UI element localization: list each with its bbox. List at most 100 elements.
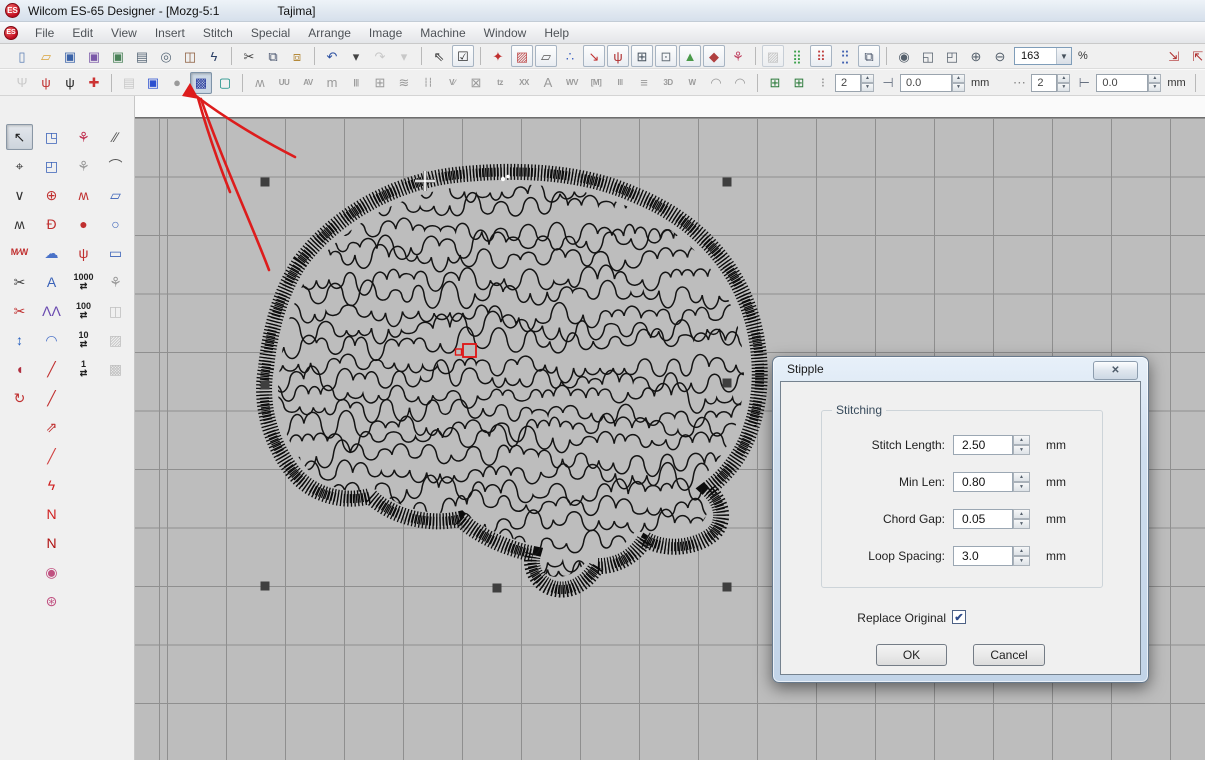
loop-spacing-input[interactable]: 3.0 xyxy=(953,546,1013,566)
zoom-out-icon[interactable]: ⊖ xyxy=(989,45,1011,67)
insert-stitches-icon[interactable]: ⇲ xyxy=(1163,45,1185,67)
smart-trim-tool[interactable]: ✂ xyxy=(6,269,33,295)
reshape-object-tool[interactable]: ◳ xyxy=(38,124,65,150)
undo-icon[interactable]: ↶ xyxy=(321,45,343,67)
run-stitch-icon[interactable]: ǀǀǀ xyxy=(609,72,631,94)
min-len-input[interactable]: 0.80 xyxy=(953,472,1013,492)
program-split-icon[interactable]: ≋ xyxy=(393,72,415,94)
cancel-button[interactable]: Cancel xyxy=(973,644,1045,666)
cut-fork-tool[interactable]: ✂ xyxy=(6,298,33,324)
menu-stitch[interactable]: Stitch xyxy=(194,23,242,43)
menu-window[interactable]: Window xyxy=(475,23,536,43)
photo-stitch-icon[interactable]: WV xyxy=(561,72,583,94)
zoom-1000-tool[interactable]: 1000 ⇄ xyxy=(70,269,97,295)
save-to-machine-icon[interactable]: ▣ xyxy=(83,45,105,67)
triple-run-icon[interactable]: ≡ xyxy=(633,72,655,94)
warp-3d-icon[interactable]: 3D xyxy=(657,72,679,94)
measure-icon[interactable]: ↘ xyxy=(583,45,605,67)
loop-spacing-spinner[interactable]: ▲▼ xyxy=(1013,546,1030,566)
star-circle-tool[interactable]: ◉ xyxy=(38,559,65,585)
zigzag-open-tool[interactable]: ʍ xyxy=(6,211,33,237)
curved-fill-icon[interactable]: tz xyxy=(489,72,511,94)
tatami-fill-icon[interactable]: ||| xyxy=(345,72,367,94)
lettering-tool[interactable]: A xyxy=(38,269,65,295)
row-spacing-spinner[interactable]: ▲▼ xyxy=(952,74,965,92)
elastic-lettering-tool[interactable]: ↕ xyxy=(6,327,33,353)
col-spacing-box[interactable]: 0.0 xyxy=(1096,74,1148,92)
undo-dropdown-icon[interactable]: ▾ xyxy=(345,45,367,67)
rows-count-box[interactable]: 2 xyxy=(835,74,861,92)
zoom-1-tool[interactable]: 1 ⇄ xyxy=(70,356,97,382)
machine-connection-icon[interactable]: ϟ xyxy=(203,45,225,67)
outline-design-icon[interactable]: ◠ xyxy=(705,72,727,94)
binoculars-tool[interactable]: ◫ xyxy=(102,298,129,324)
overlap-stitches-icon[interactable]: ⣛ xyxy=(834,45,856,67)
replace-original-checkbox[interactable]: ✔ xyxy=(952,610,966,624)
copy-icon[interactable]: ⧉ xyxy=(262,45,284,67)
applique-icon[interactable]: A xyxy=(537,72,559,94)
auto-apply-checkbox-icon[interactable]: ☑ xyxy=(452,45,474,67)
sculpture-run-icon[interactable]: W xyxy=(681,72,703,94)
auto-branching-icon[interactable]: Ψ xyxy=(11,72,33,94)
column-fill-icon[interactable]: UU xyxy=(273,72,295,94)
menu-view[interactable]: View xyxy=(102,23,146,43)
stitch-length-input[interactable]: 2.50 xyxy=(953,435,1013,455)
jump-stitch-tool[interactable]: ϟ xyxy=(38,472,65,498)
image-preview-tool[interactable]: ▨ xyxy=(102,327,129,353)
stitch-effects-icon[interactable]: ▤ xyxy=(118,72,140,94)
column-input-tool[interactable]: ● xyxy=(70,211,97,237)
motif-run-icon[interactable]: [M] xyxy=(585,72,607,94)
zoom-1to1-icon[interactable]: ◉ xyxy=(893,45,915,67)
col-spacing-spinner[interactable]: ▲▼ xyxy=(1148,74,1161,92)
col-spacing-icon[interactable]: ⊢ xyxy=(1073,72,1095,94)
menu-edit[interactable]: Edit xyxy=(63,23,102,43)
ok-button[interactable]: OK xyxy=(876,644,947,666)
stitch-angle-tool[interactable]: ⊕ xyxy=(38,182,65,208)
show-grid-icon[interactable]: ⊞ xyxy=(631,45,653,67)
rotate-ellipse-tool[interactable]: ↻ xyxy=(6,385,33,411)
show-design-icon[interactable]: ⚘ xyxy=(727,45,749,67)
envelope-shape-tool[interactable]: ◠ xyxy=(38,327,65,353)
contour-offsets-icon[interactable]: ▣ xyxy=(142,72,164,94)
wreath-rows-icon[interactable]: ⁝ xyxy=(812,72,834,94)
lattice-fill-icon[interactable]: ⊠ xyxy=(465,72,487,94)
menu-help[interactable]: Help xyxy=(535,23,578,43)
fancy-fill-icon[interactable]: V∕ xyxy=(441,72,463,94)
zoom-box-icon[interactable]: ◱ xyxy=(917,45,939,67)
paste-icon[interactable]: ⧈ xyxy=(286,45,308,67)
manual-stitch-tool[interactable]: ╱ xyxy=(38,443,65,469)
rectangle-tool[interactable]: ▭ xyxy=(102,240,129,266)
show-vectors-icon[interactable]: ◆ xyxy=(703,45,725,67)
wreath-tool-icon[interactable]: ✛ xyxy=(1202,72,1205,94)
show-hoop-icon[interactable]: ⊡ xyxy=(655,45,677,67)
drop-needle-tool[interactable]: ψ xyxy=(70,240,97,266)
flower-gray-tool[interactable]: ⚘ xyxy=(70,153,97,179)
open-design-icon[interactable]: ▱ xyxy=(35,45,57,67)
ellipse-tool[interactable]: ○ xyxy=(102,211,129,237)
zoom-100-tool[interactable]: 100 ⇄ xyxy=(70,298,97,324)
cols-count-spinner[interactable]: ▲▼ xyxy=(1057,74,1070,92)
menu-insert[interactable]: Insert xyxy=(146,23,194,43)
zoom-10-tool[interactable]: 10 ⇄ xyxy=(70,327,97,353)
penetrations-black-icon[interactable]: ψ xyxy=(59,72,81,94)
menu-arrange[interactable]: Arrange xyxy=(299,23,360,43)
outline-view-icon[interactable]: ▱ xyxy=(535,45,557,67)
menu-file[interactable]: File xyxy=(26,23,63,43)
radial-fill-tool[interactable]: ⊛ xyxy=(38,588,65,614)
columns-icon[interactable]: ⋯ xyxy=(1008,72,1030,94)
print-icon[interactable]: ▤ xyxy=(131,45,153,67)
motif-fill-icon[interactable]: ┆┆ xyxy=(417,72,439,94)
fan-stitch-tool[interactable]: ◖ xyxy=(6,356,33,382)
zigzag-stitch-icon[interactable]: AV xyxy=(297,72,319,94)
chord-gap-input[interactable]: 0.05 xyxy=(953,509,1013,529)
stitch-simulator-icon[interactable]: ◫ xyxy=(179,45,201,67)
width-ratio-tool[interactable]: M∕W xyxy=(6,240,33,266)
color-film-icon[interactable]: ⠿ xyxy=(810,45,832,67)
menu-special[interactable]: Special xyxy=(242,23,299,43)
stipple-run-icon[interactable]: ▩ xyxy=(190,72,212,94)
zigzag-input-tool[interactable]: ʍ xyxy=(70,182,97,208)
new-design-icon[interactable]: ▯ xyxy=(11,45,33,67)
stitch-points-view-icon[interactable]: ∴ xyxy=(559,45,581,67)
export-machine-file-icon[interactable]: ▣ xyxy=(107,45,129,67)
satin-stitch-icon[interactable]: ʍ xyxy=(249,72,271,94)
